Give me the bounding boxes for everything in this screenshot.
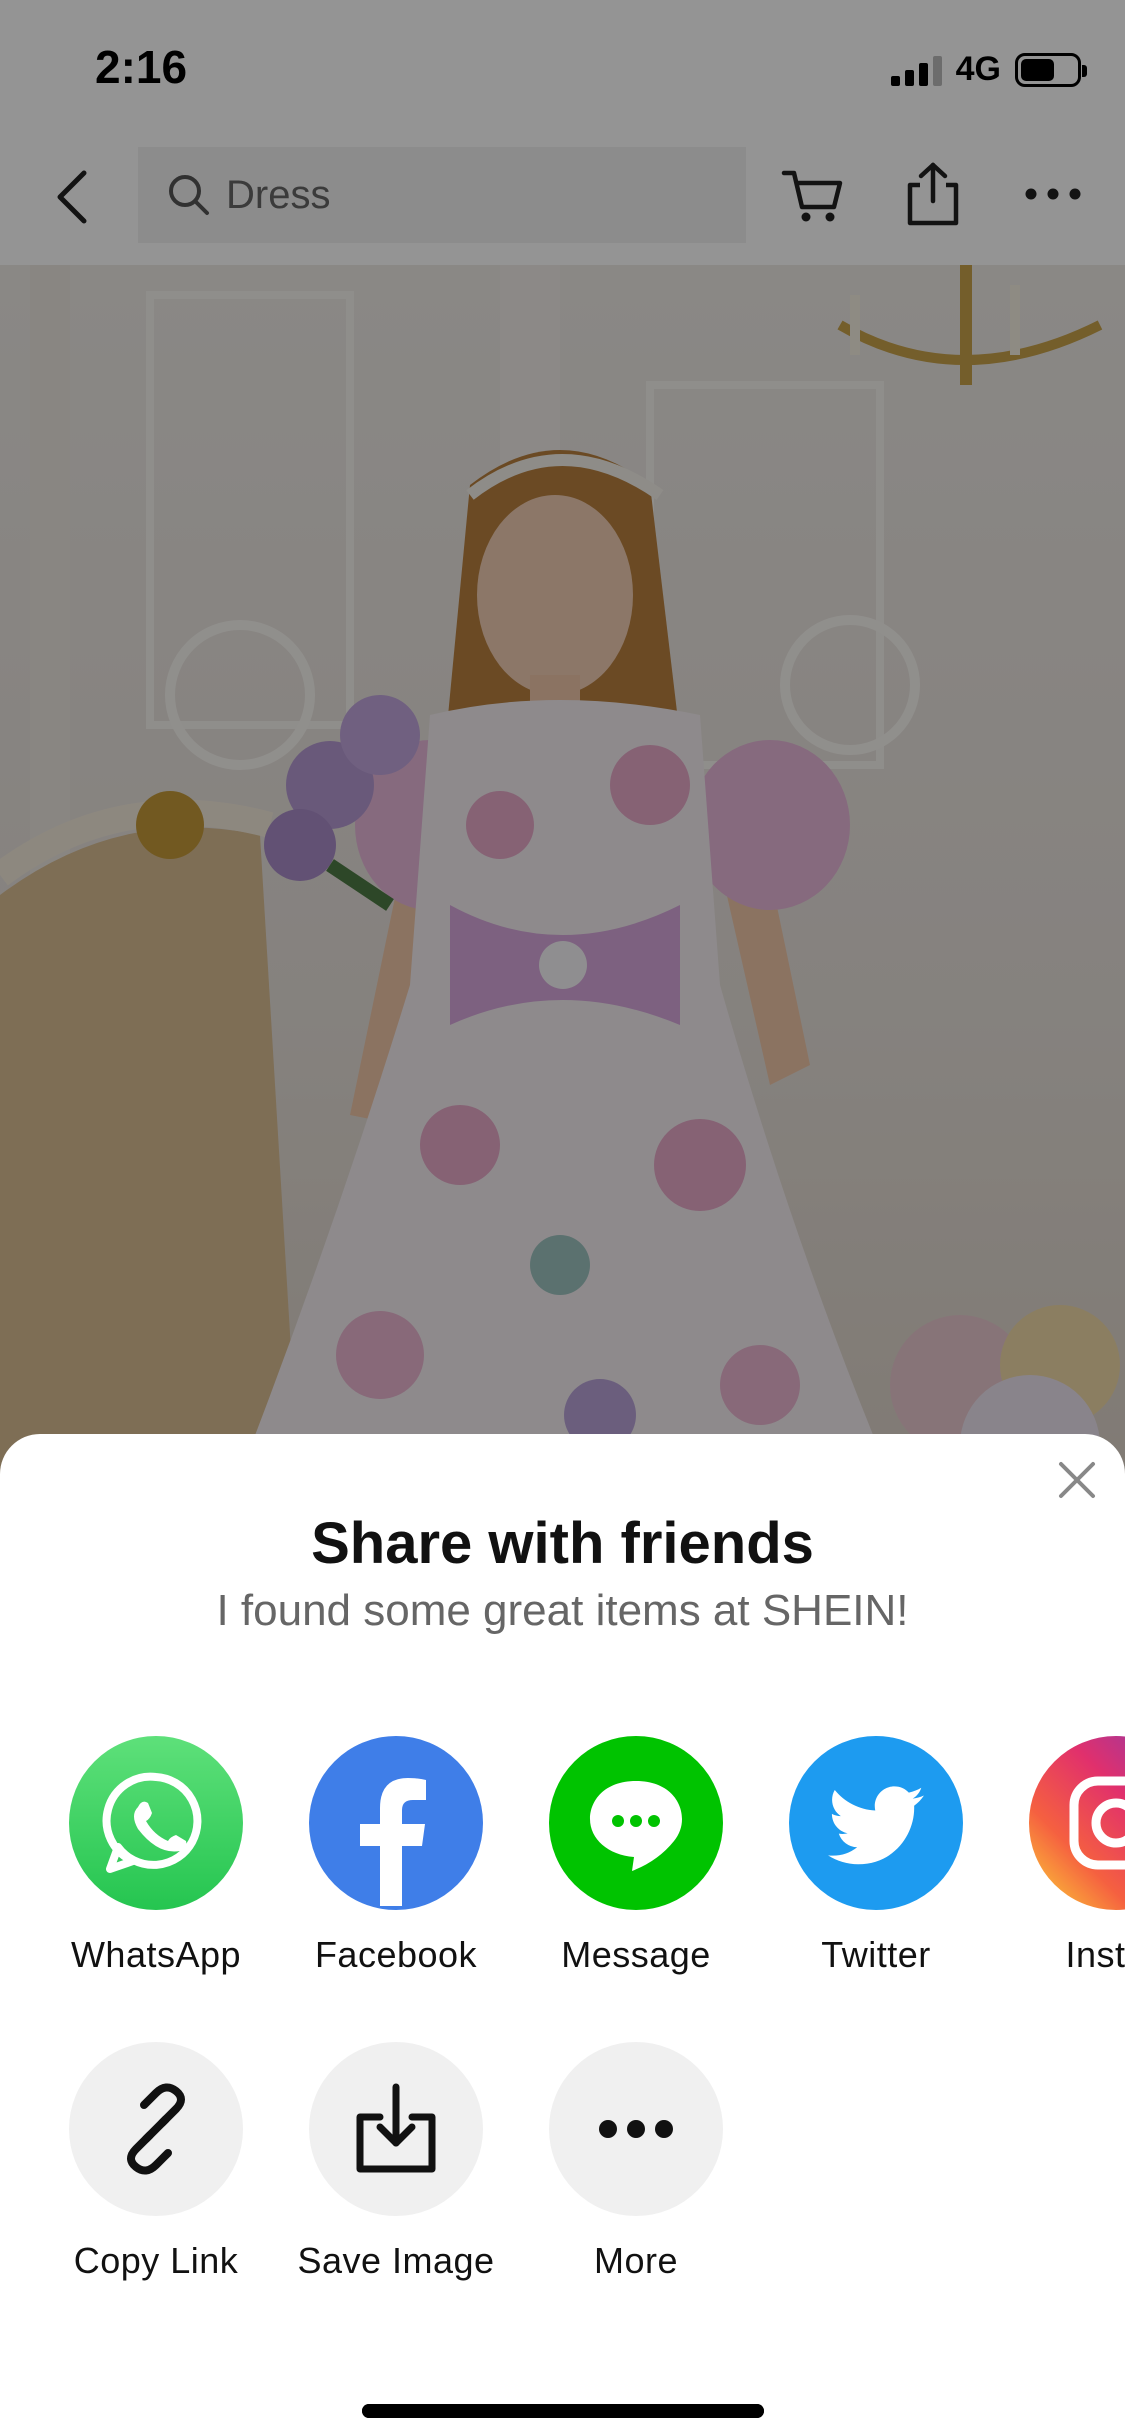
copy-link-button[interactable]: Copy Link xyxy=(36,2042,276,2282)
home-indicator xyxy=(362,2404,764,2418)
download-icon xyxy=(309,2042,483,2216)
share-label: More xyxy=(593,2240,679,2281)
share-message[interactable]: Message xyxy=(516,1736,756,1976)
share-label: Twitter xyxy=(821,1934,931,1975)
share-label: WhatsApp xyxy=(70,1934,242,1975)
share-sheet: Share with friends I found some great it… xyxy=(0,1434,1125,2436)
save-image-button[interactable]: Save Image xyxy=(276,2042,516,2282)
more-button[interactable]: More xyxy=(516,2042,756,2282)
share-instagram[interactable]: Instag xyxy=(996,1736,1125,1976)
share-label: Message xyxy=(561,1934,711,1975)
link-icon xyxy=(69,2042,243,2216)
facebook-icon xyxy=(309,1736,483,1910)
share-whatsapp[interactable]: WhatsApp xyxy=(36,1736,276,1976)
share-label: Copy Link xyxy=(73,2240,239,2281)
whatsapp-icon xyxy=(69,1736,243,1910)
message-icon xyxy=(549,1736,723,1910)
share-twitter[interactable]: Twitter xyxy=(756,1736,996,1976)
share-label: Save Image xyxy=(297,2240,495,2281)
sheet-title: Share with friends xyxy=(311,1511,814,1576)
sheet-subtitle: I found some great items at SHEIN! xyxy=(216,1586,909,1635)
share-label: Facebook xyxy=(314,1934,478,1975)
instagram-icon xyxy=(1029,1736,1125,1910)
more-icon xyxy=(549,2042,723,2216)
share-facebook[interactable]: Facebook xyxy=(276,1736,516,1976)
share-label: Instag xyxy=(1065,1934,1125,1975)
twitter-icon xyxy=(789,1736,963,1910)
close-icon[interactable] xyxy=(1051,1454,1103,1506)
